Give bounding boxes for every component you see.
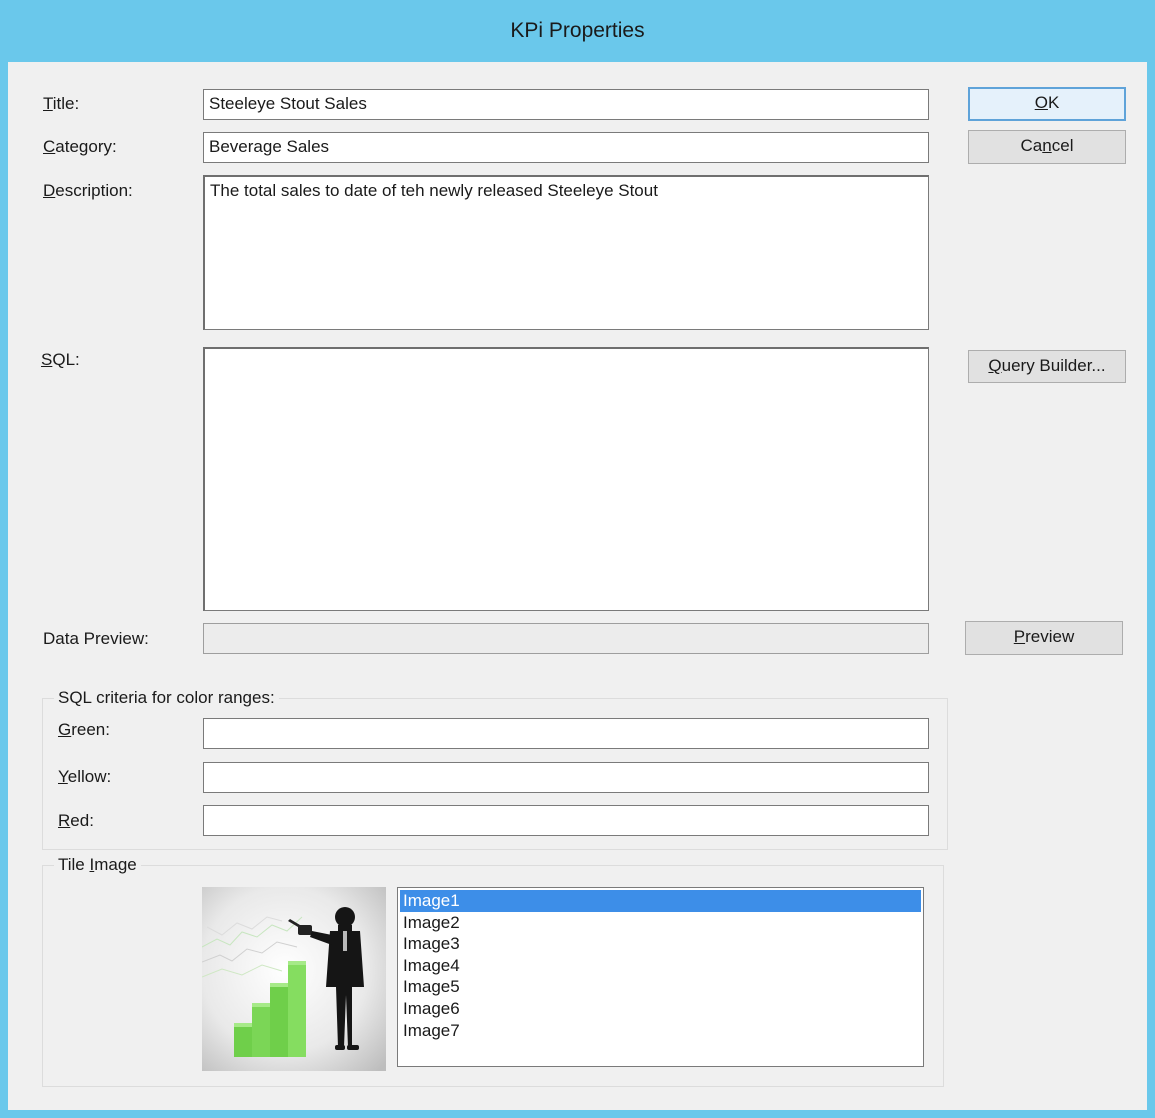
yellow-criteria-input[interactable] xyxy=(203,762,929,793)
list-item[interactable]: Image4 xyxy=(400,955,921,977)
description-label: Description: xyxy=(43,181,133,200)
tile-image-list[interactable]: Image1 Image2 Image3 Image4 Image5 Image… xyxy=(397,887,924,1067)
tile-image-group-label: Tile Image xyxy=(54,854,141,876)
list-item[interactable]: Image7 xyxy=(400,1020,921,1042)
list-item[interactable]: Image2 xyxy=(400,912,921,934)
ok-button[interactable]: OK xyxy=(968,87,1126,121)
red-criteria-input[interactable] xyxy=(203,805,929,836)
sql-input[interactable] xyxy=(203,347,929,611)
data-preview-label: Data Preview: xyxy=(43,629,149,648)
green-criteria-input[interactable] xyxy=(203,718,929,749)
yellow-label: Yellow: xyxy=(58,767,112,786)
green-label: Green: xyxy=(58,720,110,739)
color-criteria-group-label: SQL criteria for color ranges: xyxy=(54,687,279,709)
category-input[interactable]: Beverage Sales xyxy=(203,132,929,163)
description-input[interactable]: The total sales to date of teh newly rel… xyxy=(203,175,929,330)
dialog-client: Title: Steeleye Stout Sales Category: Be… xyxy=(8,62,1147,1110)
tile-image-preview xyxy=(202,887,386,1071)
category-label: Category: xyxy=(43,137,117,156)
preview-button[interactable]: Preview xyxy=(965,621,1123,655)
cancel-button[interactable]: Cancel xyxy=(968,130,1126,164)
list-item[interactable]: Image3 xyxy=(400,933,921,955)
title-label: Title: xyxy=(43,94,80,113)
window-title: KPi Properties xyxy=(510,19,645,42)
business-growth-illustration xyxy=(202,887,386,1071)
title-input[interactable]: Steeleye Stout Sales xyxy=(203,89,929,120)
query-builder-button[interactable]: Query Builder... xyxy=(968,350,1126,383)
list-item[interactable]: Image1 xyxy=(400,890,921,912)
data-preview-field xyxy=(203,623,929,654)
red-label: Red: xyxy=(58,811,94,830)
list-item[interactable]: Image5 xyxy=(400,976,921,998)
list-item[interactable]: Image6 xyxy=(400,998,921,1020)
sql-label: SQL: xyxy=(41,350,80,369)
